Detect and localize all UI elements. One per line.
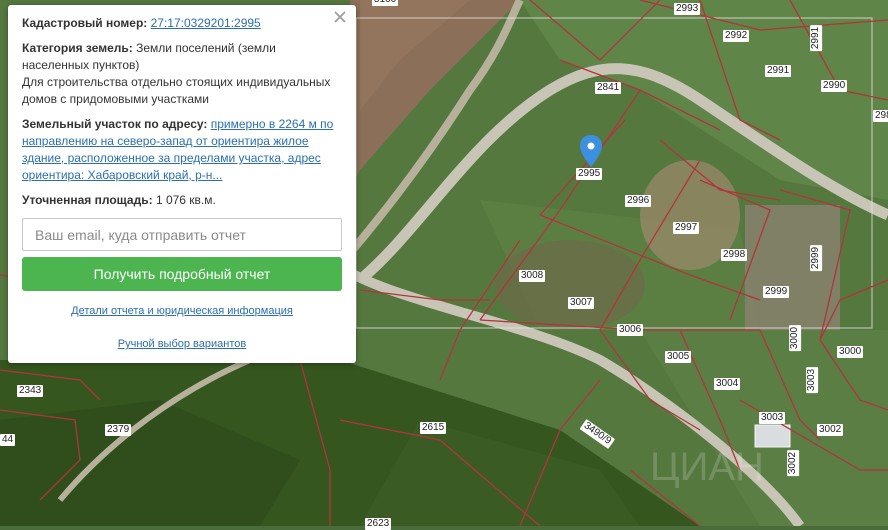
parcel-label[interactable]: 5100 [372, 0, 399, 6]
parcel-label[interactable]: 3005 [665, 351, 692, 363]
parcel-label[interactable]: 2993 [674, 3, 701, 15]
parcel-label[interactable]: 3003 [759, 412, 786, 424]
cadastral-label: Кадастровый номер: [22, 16, 148, 30]
close-icon[interactable] [332, 9, 348, 25]
parcel-label[interactable]: 3008 [519, 270, 546, 282]
watermark: ЦИАН [650, 445, 764, 489]
parcel-info-card: Кадастровый номер: 27:17:0329201:2995 Ка… [8, 5, 356, 363]
parcel-label[interactable]: 2991 [765, 65, 792, 77]
category-label: Категория земель: [22, 41, 133, 55]
manual-selection-link[interactable]: Ручной выбор вариантов [22, 336, 342, 353]
parcel-label[interactable]: 2379 [105, 424, 132, 436]
parcel-label[interactable]: 2997 [673, 222, 700, 234]
parcel-label-selected[interactable]: 2995 [576, 168, 603, 180]
parcel-label[interactable]: 3002 [817, 424, 844, 436]
parcel-label[interactable]: 2999 [763, 286, 790, 298]
parcel-label[interactable]: 298 [873, 110, 888, 122]
parcel-label[interactable]: 2623 [365, 518, 392, 530]
cadastral-number-link[interactable]: 27:17:0329201:2995 [151, 16, 261, 30]
parcel-label[interactable]: 44 [0, 434, 16, 446]
parcel-label[interactable]: 3006 [617, 324, 644, 336]
parcel-label[interactable]: 3000 [789, 324, 802, 352]
parcel-label[interactable]: 3003 [806, 366, 819, 394]
area-row: Уточненная площадь: 1 076 кв.м. [22, 192, 342, 209]
parcel-label[interactable]: 3002 [787, 449, 800, 477]
parcel-label[interactable]: 2615 [420, 422, 447, 434]
address-label: Земельный участок по адресу: [22, 117, 208, 131]
report-details-link[interactable]: Детали отчета и юридическая информация [22, 303, 342, 320]
parcel-label[interactable]: 2841 [595, 82, 622, 94]
parcel-label[interactable]: 2343 [17, 385, 44, 397]
parcel-label[interactable]: 2991 [810, 24, 823, 52]
parcel-label[interactable]: 2990 [821, 80, 848, 92]
parcel-label[interactable]: 2992 [723, 30, 750, 42]
address-row: Земельный участок по адресу: примерно в … [22, 116, 342, 184]
area-label: Уточненная площадь: [22, 193, 153, 207]
get-report-button[interactable]: Получить подробный отчет [22, 257, 342, 291]
category-row: Категория земель: Земли поселений (земли… [22, 40, 342, 74]
area-value: 1 076 кв.м. [155, 193, 216, 207]
parcel-label[interactable]: 2998 [721, 249, 748, 261]
cadastral-row: Кадастровый номер: 27:17:0329201:2995 [22, 15, 342, 32]
usage-text: Для строительства отдельно стоящих индив… [22, 75, 331, 106]
parcel-label[interactable]: 3004 [714, 378, 741, 390]
parcel-label[interactable]: 3007 [568, 297, 595, 309]
parcel-label[interactable]: 3000 [837, 346, 864, 358]
email-input[interactable] [22, 218, 342, 251]
parcel-label[interactable]: 2996 [625, 195, 652, 207]
parcel-label[interactable]: 2999 [810, 244, 823, 272]
